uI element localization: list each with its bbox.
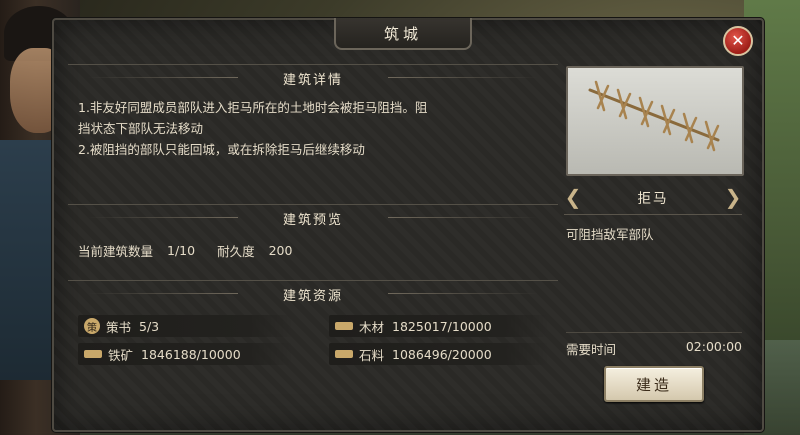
building-selector: ❮ 拒马 ❯ xyxy=(564,180,742,215)
stone-icon xyxy=(335,350,353,358)
resource-value: 1846188/10000 xyxy=(141,346,241,362)
resource-label: 策书 xyxy=(106,319,132,335)
details-header: 建筑详情 xyxy=(68,64,558,91)
resource-label: 木材 xyxy=(359,319,385,335)
next-building-arrow-icon[interactable]: ❯ xyxy=(724,184,742,210)
resource-value: 1086496/20000 xyxy=(392,346,492,362)
prev-building-arrow-icon[interactable]: ❮ xyxy=(564,184,582,210)
preview-row: 当前建筑数量 1/10 耐久度 200 xyxy=(68,231,558,269)
details-section: 建筑详情 1.非友好同盟成员部队进入拒马所在的土地时会被拒马阻挡。阻 挡状态下部… xyxy=(68,64,558,204)
resource-value: 1825017/10000 xyxy=(392,318,492,334)
close-button[interactable]: ✕ xyxy=(723,26,753,56)
resource-wood: 木材 1825017/10000 xyxy=(329,315,549,337)
durability-label: 耐久度 xyxy=(217,243,255,259)
resource-iron: 铁矿 1846188/10000 xyxy=(78,343,293,365)
build-dialog: 筑城 ✕ 建筑详情 1.非友好同盟成员部队进入拒马所在的土地时会被拒马阻挡。阻 … xyxy=(52,18,764,432)
building-name: 拒马 xyxy=(637,191,669,207)
details-line: 1.非友好同盟成员部队进入拒马所在的土地时会被拒马阻挡。阻 xyxy=(78,100,428,115)
time-label: 需要时间 xyxy=(566,342,617,357)
build-time-row: 需要时间 02:00:00 xyxy=(566,332,742,358)
preview-header: 建筑预览 xyxy=(68,204,558,231)
resources-grid: 策 策书 5/3 木材 1825017/10000 铁矿 1846188/100… xyxy=(68,307,558,365)
time-value: 02:00:00 xyxy=(685,339,742,354)
details-line: 2.被阻挡的部队只能回城，或在拆除拒马后继续移动 xyxy=(78,142,365,157)
build-button[interactable]: 建造 xyxy=(604,366,704,402)
building-description: 可阻挡敌军部队 xyxy=(566,227,654,242)
info-panel: 建筑详情 1.非友好同盟成员部队进入拒马所在的土地时会被拒马阻挡。阻 挡状态下部… xyxy=(68,64,558,414)
dialog-title: 筑城 xyxy=(334,18,472,50)
resource-value: 5/3 xyxy=(139,318,160,334)
resource-strategy-book: 策 策书 5/3 xyxy=(78,315,293,337)
count-value: 1/10 xyxy=(167,242,196,258)
count-label: 当前建筑数量 xyxy=(78,243,154,259)
durability-value: 200 xyxy=(268,242,293,258)
details-text: 1.非友好同盟成员部队进入拒马所在的土地时会被拒马阻挡。阻 挡状态下部队无法移动… xyxy=(68,91,558,160)
resource-stone: 石料 1086496/20000 xyxy=(329,343,549,365)
building-image xyxy=(566,66,744,176)
strategy-book-icon: 策 xyxy=(84,318,100,334)
wood-icon xyxy=(335,322,353,330)
resources-section: 建筑资源 策 策书 5/3 木材 1825017/10000 铁矿 184618… xyxy=(68,280,558,365)
barricade-icon xyxy=(588,80,720,152)
resources-header: 建筑资源 xyxy=(68,280,558,307)
resource-label: 铁矿 xyxy=(108,347,134,363)
building-panel: ❮ 拒马 ❯ 可阻挡敌军部队 需要时间 02:00:00 建造 xyxy=(564,64,744,414)
resource-label: 石料 xyxy=(359,347,385,363)
details-line: 挡状态下部队无法移动 xyxy=(78,121,204,136)
preview-section: 建筑预览 当前建筑数量 1/10 耐久度 200 xyxy=(68,204,558,268)
iron-icon xyxy=(84,350,102,358)
